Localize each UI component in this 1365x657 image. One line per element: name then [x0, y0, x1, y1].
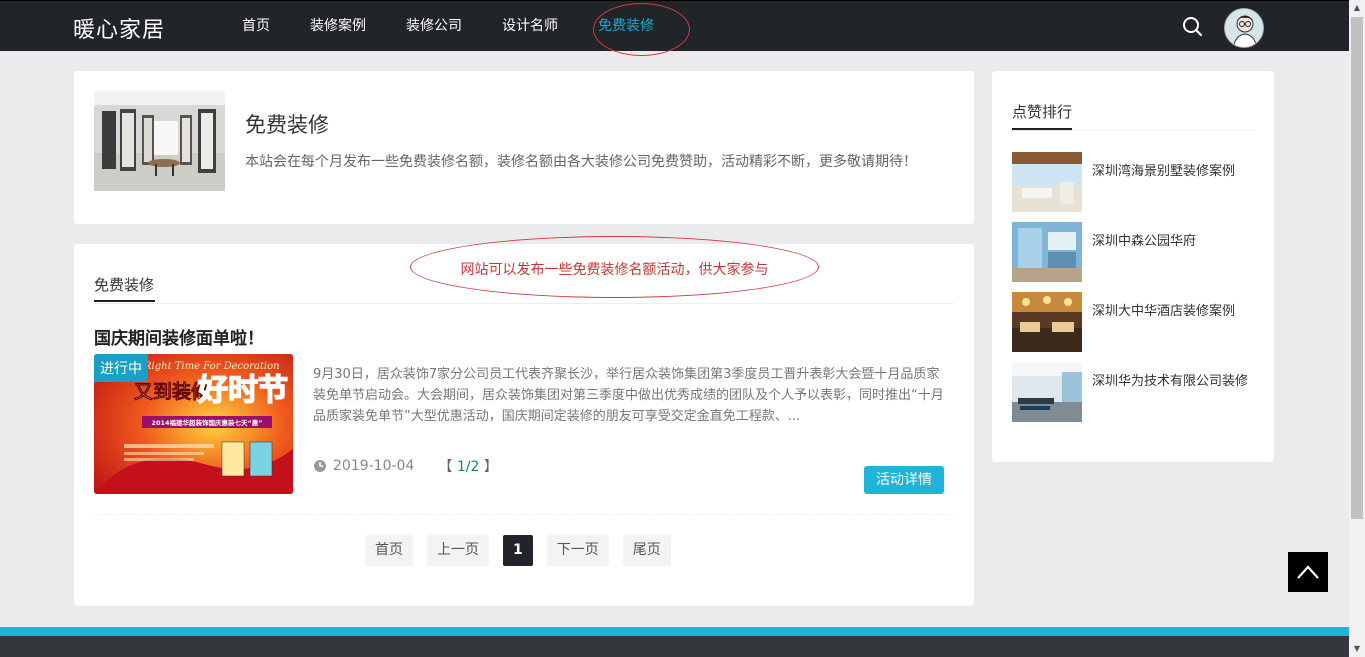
- site-logo[interactable]: 暖心家居: [73, 12, 165, 44]
- ranking-thumbnail: [1012, 222, 1082, 282]
- intro-title: 免费装修: [245, 113, 329, 137]
- sidebar-divider: [1012, 130, 1254, 131]
- likes-ranking-card: 点赞排行 深圳湾海景别墅装修案例 深圳中森公园华府 深圳大中华酒店装修案例 深圳…: [992, 71, 1274, 462]
- pager-first[interactable]: 首页: [365, 535, 413, 566]
- scroll-up-icon[interactable]: ▲: [1349, 0, 1365, 16]
- nav-item-companies[interactable]: 装修公司: [386, 1, 482, 52]
- ranking-thumbnail: [1012, 362, 1082, 422]
- post-excerpt: 9月30日，居众装饰7家分公司员工代表齐聚长沙，举行居众装饰集团第3季度员工晋升…: [313, 367, 944, 424]
- pager-last[interactable]: 尾页: [622, 535, 671, 566]
- post-date: 2019-10-04: [333, 458, 415, 474]
- nav-item-designers[interactable]: 设计名师: [482, 1, 578, 52]
- pager-current[interactable]: 1: [503, 535, 533, 566]
- scroll-down-icon[interactable]: ▼: [1349, 641, 1365, 657]
- chevron-up-icon: [1297, 565, 1319, 579]
- footer: [0, 636, 1349, 657]
- intro-image: [94, 91, 225, 191]
- activity-list-card: 免费装修 网站可以发布一些免费装修名额活动，供大家参与 国庆期间装修面单啦！ R…: [74, 236, 974, 606]
- nav-item-home[interactable]: 首页: [222, 1, 290, 52]
- avatar[interactable]: [1224, 8, 1264, 48]
- ranking-item-label[interactable]: 深圳华为技术有限公司装修: [1092, 372, 1252, 392]
- post-title[interactable]: 国庆期间装修面单啦！: [94, 324, 264, 349]
- top-navbar: 暖心家居 首页 装修案例 装修公司 设计名师 免费装修: [0, 0, 1349, 56]
- scrollbar-thumb[interactable]: [1351, 17, 1363, 519]
- nav-item-free-decoration[interactable]: 免费装修: [578, 1, 674, 52]
- intro-description: 本站会在每个月发布一些免费装修名额，装修名额由各大装修公司免费赞助，活动精彩不断…: [245, 154, 917, 170]
- nav-item-cases[interactable]: 装修案例: [290, 1, 386, 52]
- post-thumbnail[interactable]: Right Time For Decoration 又到装修 好时节 2014福…: [94, 354, 293, 494]
- intro-card: 免费装修 本站会在每个月发布一些免费装修名额，装修名额由各大装修公司免费赞助，活…: [74, 71, 974, 224]
- tab-free-decoration[interactable]: 免费装修: [94, 274, 154, 295]
- ranking-item[interactable]: 深圳大中华酒店装修案例: [1012, 292, 1254, 352]
- pager-next[interactable]: 下一页: [546, 535, 609, 566]
- pager-prev[interactable]: 上一页: [427, 535, 489, 566]
- ranking-thumbnail: [1012, 292, 1082, 352]
- ranking-item-label[interactable]: 深圳大中华酒店装修案例: [1092, 302, 1252, 322]
- thumb-cn-big: 好时节: [197, 373, 288, 408]
- sidebar-title: 点赞排行: [1012, 103, 1073, 121]
- tab-active-underline: [94, 300, 155, 302]
- page-scrollbar[interactable]: ▲ ▼: [1349, 0, 1365, 657]
- progress-close-bracket: 】: [483, 459, 498, 475]
- post-progress: 【 1/2 】: [438, 456, 497, 476]
- ranking-item[interactable]: 深圳中森公园华府: [1012, 222, 1254, 282]
- tab-divider: [94, 303, 954, 304]
- post-separator: [94, 514, 954, 515]
- pagination: 首页 上一页 1 下一页 尾页: [365, 535, 671, 566]
- ranking-thumbnail: [1012, 152, 1082, 212]
- ranking-item[interactable]: 深圳湾海景别墅装修案例: [1012, 152, 1254, 212]
- activity-detail-button[interactable]: 活动详情: [864, 466, 944, 494]
- annotation-text: 网站可以发布一些免费装修名额活动，供大家参与: [460, 262, 769, 278]
- status-badge: 进行中: [94, 354, 148, 382]
- search-icon[interactable]: [1180, 14, 1206, 40]
- post-meta: 2019-10-04 【 1/2 】: [313, 456, 498, 476]
- back-to-top-button[interactable]: [1288, 552, 1328, 592]
- ranking-item-label[interactable]: 深圳中森公园华府: [1092, 232, 1252, 252]
- thumb-banner: 2014福建华超装饰国庆惠装七天“惠”: [151, 418, 262, 427]
- main-nav: 首页 装修案例 装修公司 设计名师 免费装修: [222, 1, 674, 52]
- clock-icon: [314, 460, 326, 472]
- ranking-item-label[interactable]: 深圳湾海景别墅装修案例: [1092, 162, 1252, 182]
- annotation-ellipse: 网站可以发布一些免费装修名额活动，供大家参与: [410, 236, 819, 298]
- ranking-item[interactable]: 深圳华为技术有限公司装修: [1012, 362, 1254, 422]
- progress-open-bracket: 【: [438, 459, 453, 475]
- thumb-en-line-1: Right Time For Decoration: [143, 361, 280, 372]
- progress-value: 1/2: [456, 459, 480, 475]
- footer-accent-bar: [0, 627, 1349, 636]
